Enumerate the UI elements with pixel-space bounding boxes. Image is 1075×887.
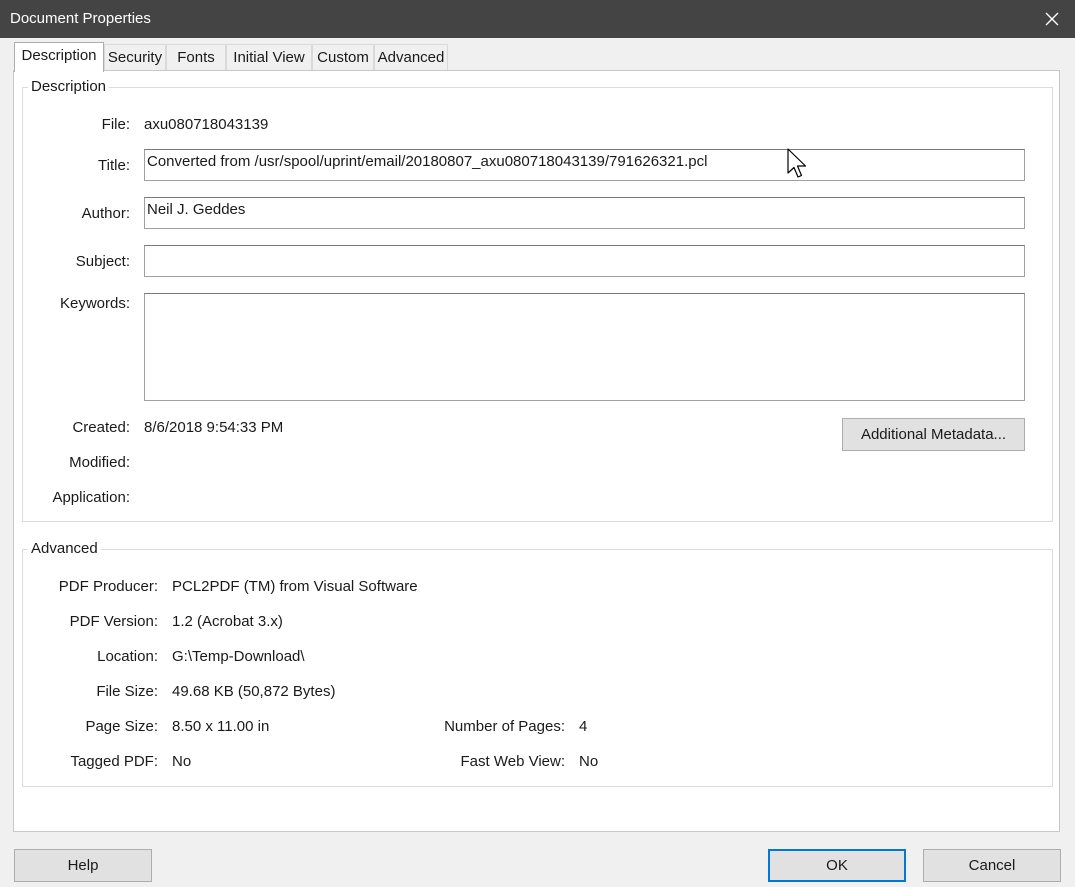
- keywords-field[interactable]: [144, 293, 1025, 401]
- pdf-producer-value: PCL2PDF (TM) from Visual Software: [172, 578, 418, 595]
- window-title: Document Properties: [10, 10, 151, 27]
- title-bar: Document Properties: [0, 0, 1075, 38]
- title-field[interactable]: Converted from /usr/spool/uprint/email/2…: [144, 149, 1025, 181]
- subject-field[interactable]: [144, 245, 1025, 277]
- location-label: Location:: [97, 648, 158, 665]
- pdf-version-label: PDF Version:: [69, 613, 158, 630]
- description-group: Description File: axu080718043139 Title:…: [22, 78, 1053, 522]
- tab-security[interactable]: Security: [104, 44, 166, 71]
- tagged-pdf-value: No: [172, 753, 192, 770]
- page-size-value: 8.50 x 11.00 in: [172, 718, 270, 735]
- tab-initial-view[interactable]: Initial View: [226, 44, 312, 71]
- tab-custom[interactable]: Custom: [312, 44, 374, 71]
- subject-label: Subject:: [75, 253, 130, 270]
- tab-advanced[interactable]: Advanced: [374, 44, 448, 71]
- file-size-value: 49.68 KB (50,872 Bytes): [172, 683, 336, 700]
- fast-web-view-value: No: [579, 753, 599, 770]
- advanced-group: Advanced PDF Producer: PCL2PDF (TM) from…: [22, 540, 1053, 787]
- author-label: Author:: [81, 205, 130, 222]
- description-group-label: Description: [28, 78, 110, 96]
- pdf-version-value: 1.2 (Acrobat 3.x): [172, 613, 283, 630]
- created-label: Created:: [72, 419, 130, 436]
- created-value: 8/6/2018 9:54:33 PM: [144, 419, 284, 436]
- author-field[interactable]: Neil J. Geddes: [144, 197, 1025, 229]
- pdf-producer-label: PDF Producer:: [58, 578, 158, 595]
- close-button[interactable]: [1029, 0, 1075, 38]
- fast-web-view-label: Fast Web View:: [460, 753, 566, 770]
- advanced-group-label: Advanced: [28, 540, 101, 558]
- modified-label: Modified:: [69, 454, 130, 471]
- mouse-pointer-icon: [787, 148, 807, 178]
- tab-fonts[interactable]: Fonts: [166, 44, 226, 71]
- application-label: Application:: [52, 489, 130, 506]
- additional-metadata-button[interactable]: Additional Metadata...: [842, 418, 1025, 451]
- file-value: axu080718043139: [144, 116, 269, 133]
- page-size-label: Page Size:: [85, 718, 158, 735]
- close-icon: [1045, 12, 1059, 26]
- number-of-pages-value: 4: [579, 718, 588, 735]
- location-value: G:\Temp-Download\: [172, 648, 305, 665]
- ok-button[interactable]: OK: [768, 849, 906, 882]
- file-size-label: File Size:: [96, 683, 158, 700]
- file-label: File:: [101, 116, 130, 133]
- tab-panel: Description File: axu080718043139 Title:…: [13, 70, 1060, 832]
- number-of-pages-label: Number of Pages:: [444, 718, 565, 735]
- keywords-label: Keywords:: [59, 295, 130, 312]
- tagged-pdf-label: Tagged PDF:: [70, 753, 158, 770]
- tab-description[interactable]: Description: [14, 42, 104, 72]
- title-label: Title:: [98, 157, 130, 174]
- cancel-button[interactable]: Cancel: [923, 849, 1061, 882]
- help-button[interactable]: Help: [14, 849, 152, 882]
